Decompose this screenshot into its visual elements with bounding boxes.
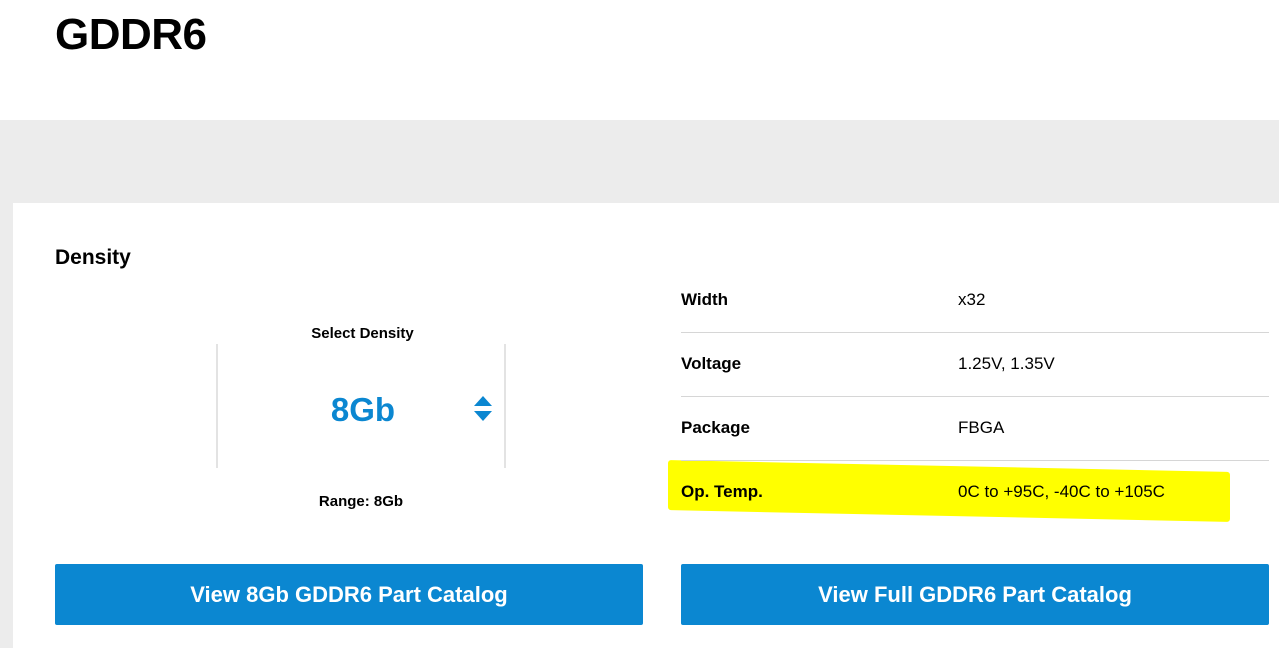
section-title-density: Density bbox=[55, 246, 131, 269]
stepper-svg bbox=[474, 396, 492, 421]
up-down-arrows-icon[interactable] bbox=[471, 394, 495, 424]
view-full-part-catalog-button[interactable]: View Full GDDR6 Part Catalog bbox=[681, 564, 1269, 625]
spec-row-width: Width x32 bbox=[681, 269, 1269, 333]
view-8gb-part-catalog-button[interactable]: View 8Gb GDDR6 Part Catalog bbox=[55, 564, 643, 625]
spec-label: Width bbox=[681, 290, 729, 309]
arrow-down-icon bbox=[474, 411, 492, 421]
density-selected-value: 8Gb bbox=[330, 391, 396, 428]
arrow-up-icon bbox=[474, 396, 492, 406]
spec-row-op-temp: Op. Temp. 0C to +95C, -40C to +105C bbox=[681, 461, 1269, 525]
spec-value: x32 bbox=[958, 290, 986, 309]
spec-row-package: Package FBGA bbox=[681, 397, 1269, 461]
select-density-label: Select Density bbox=[311, 325, 414, 342]
density-selector[interactable]: 8Gb bbox=[216, 344, 506, 468]
page-header: GDDR6 bbox=[0, 0, 1279, 120]
spec-value: 0C to +95C, -40C to +105C bbox=[958, 482, 1165, 501]
spec-row-voltage: Voltage 1.25V, 1.35V bbox=[681, 333, 1269, 397]
page-title: GDDR6 bbox=[55, 10, 207, 59]
density-range: Range: 8Gb bbox=[318, 493, 404, 510]
spec-value: FBGA bbox=[958, 418, 1005, 437]
spec-label: Voltage bbox=[681, 354, 742, 373]
spec-table: Width x32 Voltage 1.25V, 1.35V Package F… bbox=[681, 269, 1269, 525]
spec-label: Package bbox=[681, 418, 750, 437]
density-card: Density Select Density 8Gb Range: 8Gb Wi… bbox=[13, 203, 1279, 648]
spec-label: Op. Temp. bbox=[681, 482, 763, 501]
spec-value: 1.25V, 1.35V bbox=[958, 354, 1055, 373]
